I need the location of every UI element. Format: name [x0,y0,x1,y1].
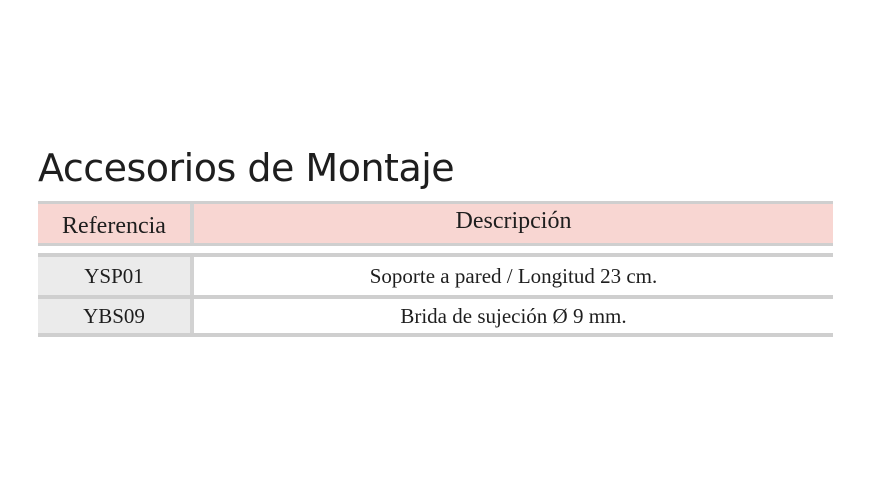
header-reference: Referencia [38,204,194,243]
accessories-table: Referencia Descripción YSP01 Soporte a p… [38,201,833,337]
table-gap [38,246,833,253]
description-cell: Soporte a pared / Longitud 23 cm. [194,257,833,295]
page-title: Accesorios de Montaje [38,146,455,190]
reference-cell: YSP01 [38,257,194,295]
description-cell: Brida de sujeción Ø 9 mm. [194,299,833,333]
header-description: Descripción [455,208,572,234]
reference-cell: YBS09 [38,299,194,333]
table-row: YBS09 Brida de sujeción Ø 9 mm. [38,295,833,337]
table-row: YSP01 Soporte a pared / Longitud 23 cm. [38,253,833,295]
table-header-row: Referencia Descripción [38,201,833,246]
